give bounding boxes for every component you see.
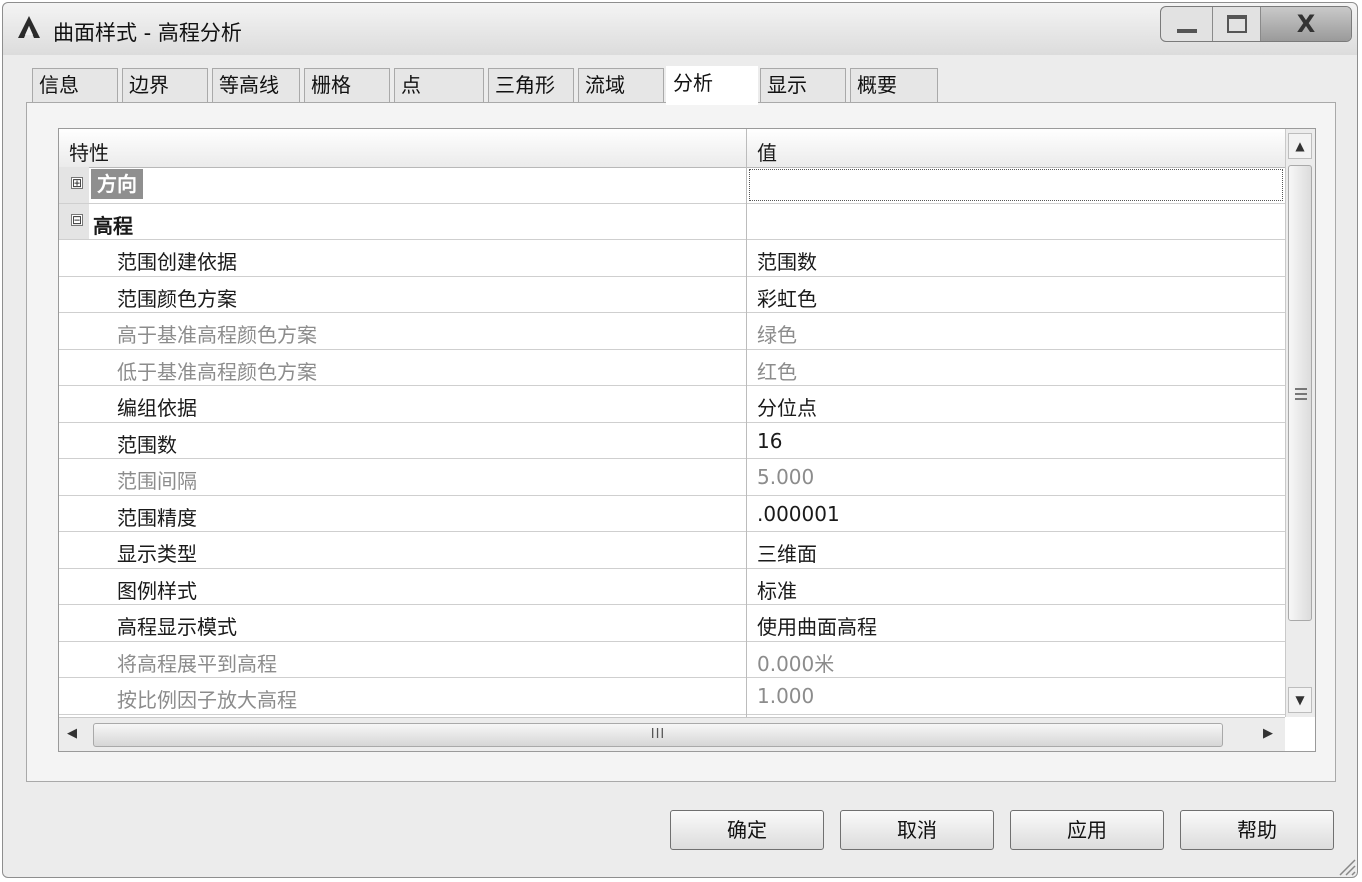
vertical-scroll-thumb[interactable] [1288,165,1312,621]
property-name: 图例样式 [117,578,197,603]
focus-value-cell[interactable] [749,169,1283,201]
property-row[interactable]: 范围颜色方案 彩虹色 [59,277,1285,313]
tab-display[interactable]: 显示 [760,68,846,102]
property-row: 低于基准高程颜色方案 红色 [59,350,1285,386]
grid-header: 特性 值 [59,129,1285,168]
property-name: 范围精度 [117,505,197,530]
close-button[interactable]: X [1261,7,1351,41]
property-value[interactable]: .000001 [757,502,840,526]
help-button[interactable]: 帮助 [1180,810,1334,850]
cancel-button[interactable]: 取消 [840,810,994,850]
property-row[interactable]: 范围数 16 [59,423,1285,459]
scroll-up-button[interactable]: ▲ [1288,133,1312,159]
collapse-icon[interactable]: ⊟ [71,213,83,226]
property-row[interactable]: 显示类型 三维面 [59,532,1285,569]
scroll-right-icon[interactable]: ▶ [1263,726,1273,741]
tab-summary[interactable]: 概要 [850,68,938,102]
property-value[interactable]: 彩虹色 [757,283,817,312]
property-value: 绿色 [757,323,797,347]
property-value[interactable]: 使用曲面高程 [757,611,877,640]
property-value: 5.000 [757,465,815,489]
horizontal-scrollbar[interactable]: ◀ III ▶ [59,717,1285,751]
property-value: 0.000米 [757,651,835,676]
apply-button[interactable]: 应用 [1010,810,1164,850]
resize-grip-icon[interactable] [1334,854,1356,876]
category-row-elevation[interactable]: ⊟ 高程 [59,203,1285,240]
property-value[interactable]: 三维面 [757,538,817,567]
property-value[interactable]: 标准 [757,575,797,604]
tab-info[interactable]: 信息 [32,68,118,102]
tab-points[interactable]: 点 [394,68,484,102]
tab-analysis[interactable]: 分析 [666,66,758,105]
property-row[interactable]: 编组依据 分位点 [59,386,1285,423]
property-row[interactable]: 图例样式 标准 [59,569,1285,605]
column-divider[interactable] [746,129,747,717]
property-row[interactable]: 高程显示模式 使用曲面高程 [59,605,1285,642]
property-name: 范围数 [117,432,177,457]
property-name: 高于基准高程颜色方案 [117,323,317,347]
close-icon: X [1296,10,1316,38]
property-value[interactable]: 16 [757,429,782,453]
minimize-icon [1176,29,1197,33]
scroll-left-icon[interactable]: ◀ [67,726,77,741]
property-name: 高程显示模式 [117,615,237,639]
tab-grid[interactable]: 栅格 [304,68,390,102]
header-value[interactable]: 值 [757,137,777,166]
tab-boundary[interactable]: 边界 [122,68,208,102]
minimize-button[interactable] [1161,7,1213,41]
property-row[interactable]: 范围创建依据 范围数 [59,240,1285,277]
category-row-direction[interactable]: ⊞ 方向 [59,167,1285,204]
grip-icon [1295,388,1307,390]
window-title: 曲面样式 - 高程分析 [53,21,242,45]
horizontal-scroll-thumb[interactable]: III [93,723,1223,747]
property-row: 将高程展平到高程 0.000米 [59,642,1285,678]
tab-watersheds[interactable]: 流域 [578,68,664,102]
property-name: 低于基准高程颜色方案 [117,359,317,384]
property-name: 范围间隔 [117,469,197,493]
expand-icon[interactable]: ⊞ [71,177,83,189]
property-row: 范围间隔 5.000 [59,459,1285,496]
tab-triangles[interactable]: 三角形 [488,68,574,102]
property-row[interactable]: 范围精度 .000001 [59,496,1285,532]
title-bar[interactable]: 曲面样式 - 高程分析 X [3,3,1357,55]
tab-contours[interactable]: 等高线 [212,68,300,102]
property-value: 红色 [757,359,797,384]
property-grid: 特性 值 ⊞ 方向 ⊟ 高程 范围创建依据 范围数 范围颜色方案 彩虹色 高于基… [58,128,1316,752]
property-name: 按比例因子放大高程 [117,688,297,712]
property-value[interactable]: 分位点 [757,392,817,421]
property-value: 1.000 [757,684,815,708]
property-name: 编组依据 [117,396,197,420]
category-label-direction: 方向 [91,169,143,199]
grip-icon [1295,393,1307,395]
property-row: 按比例因子放大高程 1.000 [59,678,1285,715]
maximize-icon [1226,15,1247,33]
property-name: 将高程展平到高程 [117,651,277,676]
window-controls: X [1160,6,1352,42]
property-name: 范围颜色方案 [117,286,237,311]
grid-rows: ⊞ 方向 ⊟ 高程 范围创建依据 范围数 范围颜色方案 彩虹色 高于基准高程颜色… [59,167,1285,715]
scroll-down-button[interactable]: ▼ [1288,687,1312,713]
grip-icon [1295,398,1307,400]
header-property[interactable]: 特性 [69,137,109,166]
category-label-elevation: 高程 [93,213,133,238]
ok-button[interactable]: 确定 [670,810,824,850]
maximize-button[interactable] [1213,7,1261,41]
property-value[interactable]: 范围数 [757,246,817,275]
property-name: 显示类型 [117,542,197,566]
autocad-logo-icon [18,16,40,38]
vertical-scrollbar[interactable]: ▲ ▼ [1285,129,1315,717]
property-name: 范围创建依据 [117,250,237,274]
property-row: 高于基准高程颜色方案 绿色 [59,313,1285,350]
